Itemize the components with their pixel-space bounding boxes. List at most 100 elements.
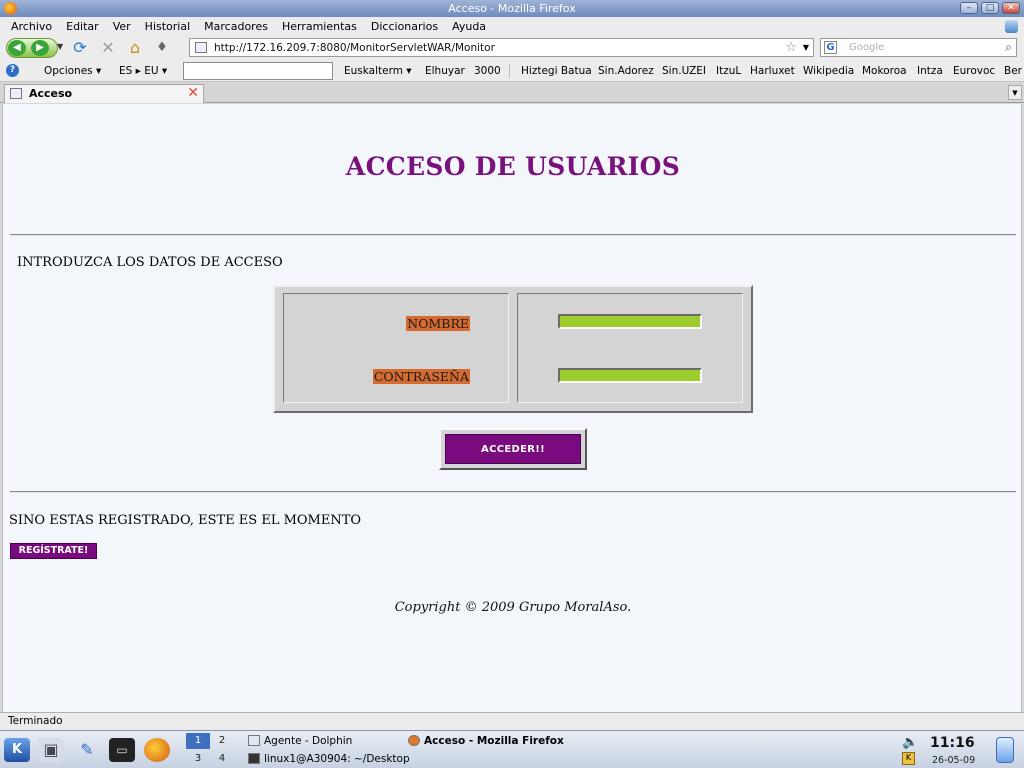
dictionary-input[interactable] — [183, 62, 333, 80]
navigation-toolbar: ◀ ▶ ▼ ⟳ ✕ ⌂ ♦ http://172.16.209.7:8080/M… — [0, 36, 1024, 60]
login-form: NOMBRE CONTRASEÑA — [273, 285, 753, 413]
help-icon[interactable]: ? — [6, 64, 19, 77]
dolphin-icon — [248, 735, 260, 746]
back-forward-group: ◀ ▶ — [6, 38, 58, 58]
search-box[interactable]: G Google ⌕ — [820, 38, 1017, 57]
menu-marcadores[interactable]: Marcadores — [197, 17, 275, 36]
register-button[interactable]: REGÍSTRATE! — [10, 543, 97, 559]
search-input[interactable]: Google — [849, 42, 884, 53]
stop-icon[interactable]: ✕ — [98, 39, 118, 57]
menu-bar: Archivo Editar Ver Historial Marcadores … — [0, 17, 1024, 36]
desktop-4[interactable]: 4 — [210, 751, 234, 767]
password-input[interactable] — [558, 368, 702, 383]
task-dolphin-label: Agente - Dolphin — [264, 735, 353, 747]
bottom-divider — [10, 491, 1016, 493]
status-text: Terminado — [8, 715, 63, 727]
history-dropdown-icon[interactable]: ▼ — [57, 42, 63, 51]
tab-strip: Acceso ✕ ▼ — [0, 83, 1024, 103]
firefox-launcher-icon[interactable] — [144, 738, 170, 762]
back-arrow-icon[interactable]: ◀ — [8, 40, 26, 56]
tab-favicon-icon — [10, 88, 22, 99]
volume-icon[interactable]: 🔈 — [902, 735, 918, 750]
bookmark-separator — [509, 64, 510, 78]
address-bar[interactable]: http://172.16.209.7:8080/MonitorServletW… — [189, 38, 814, 57]
maximize-icon[interactable]: □ — [981, 2, 999, 14]
bookmark-itzul[interactable]: ItzuL — [716, 65, 741, 77]
minimize-icon[interactable]: – — [960, 2, 978, 14]
konqueror-icon[interactable]: ✎ — [74, 738, 100, 762]
tab-list-dropdown-icon[interactable]: ▼ — [1008, 85, 1022, 100]
bookmark-hiztegi-batua[interactable]: Hiztegi Batua — [521, 65, 592, 77]
bookmark-harluxet[interactable]: Harluxet — [750, 65, 795, 77]
addon-icon[interactable]: ♦ — [152, 39, 172, 57]
bookmark-wikipedia[interactable]: Wikipedia — [803, 65, 854, 77]
password-label: CONTRASEÑA — [372, 369, 470, 384]
menu-archivo[interactable]: Archivo — [4, 17, 59, 36]
page-content: ACCESO DE USUARIOS INTRODUZCA LOS DATOS … — [2, 104, 1022, 712]
close-window-icon[interactable]: ✕ — [1002, 2, 1020, 14]
page-title: ACCESO DE USUARIOS — [345, 152, 681, 181]
desktop-2[interactable]: 2 — [210, 733, 234, 749]
kde-menu-icon[interactable]: K — [4, 738, 30, 762]
desktop-3[interactable]: 3 — [186, 751, 210, 767]
menu-ver[interactable]: Ver — [106, 17, 138, 36]
bookmark-opciones[interactable]: Opciones ▾ — [44, 65, 101, 77]
bookmark-intza[interactable]: Intza — [917, 65, 943, 77]
clock-time[interactable]: 11:16 — [930, 735, 975, 751]
clock-date: 26-05-09 — [932, 755, 976, 766]
task-firefox-label: Acceso - Mozilla Firefox — [424, 735, 564, 747]
tab-acceso[interactable]: Acceso ✕ — [4, 84, 204, 103]
register-prompt: SINO ESTAS REGISTRADO, ESTE ES EL MOMENT… — [9, 513, 362, 528]
terminal-task-icon — [248, 753, 260, 764]
bookmark-eurovoc[interactable]: Eurovoc — [953, 65, 995, 77]
menu-diccionarios[interactable]: Diccionarios — [364, 17, 445, 36]
bookmark-euskalterm[interactable]: Euskalterm ▾ — [344, 65, 412, 77]
window-titlebar: Acceso - Mozilla Firefox – □ ✕ — [0, 0, 1024, 17]
acceder-button-frame: ACCEDER!! — [439, 428, 587, 470]
system-icon[interactable]: ▣ — [38, 738, 64, 762]
forward-arrow-icon[interactable]: ▶ — [31, 40, 49, 56]
inputs-cell — [517, 293, 743, 403]
login-instructions: INTRODUZCA LOS DATOS DE ACCESO — [17, 255, 283, 270]
bookmark-ber[interactable]: Ber — [1004, 65, 1022, 77]
search-icon[interactable]: ⌕ — [1005, 40, 1012, 55]
klipper-icon[interactable]: K — [902, 752, 915, 765]
task-firefox[interactable]: Acceso - Mozilla Firefox — [408, 733, 564, 749]
menu-historial[interactable]: Historial — [138, 17, 197, 36]
firefox-icon — [4, 2, 17, 15]
task-terminal[interactable]: linux1@A30904: ~/Desktop — [248, 751, 410, 767]
name-label: NOMBRE — [406, 316, 470, 331]
menu-editar[interactable]: Editar — [59, 17, 106, 36]
google-engine-icon[interactable]: G — [824, 41, 837, 54]
labels-cell: NOMBRE CONTRASEÑA — [283, 293, 509, 403]
task-terminal-label: linux1@A30904: ~/Desktop — [264, 753, 410, 765]
bookmark-star-icon[interactable]: ☆ — [785, 40, 797, 55]
bookmarks-toolbar: ? Opciones ▾ ES ▸ EU ▾ Euskalterm ▾ Elhu… — [0, 60, 1024, 82]
copyright-text: Copyright © 2009 Grupo MoralAso. — [394, 600, 632, 615]
address-input[interactable]: http://172.16.209.7:8080/MonitorServletW… — [214, 39, 495, 57]
trash-icon[interactable] — [996, 737, 1014, 763]
name-input[interactable] — [558, 314, 702, 329]
bookmark-mokoroa[interactable]: Mokoroa — [862, 65, 907, 77]
desktop-pager: 1 2 3 4 — [186, 733, 238, 767]
bookmark-lang[interactable]: ES ▸ EU ▾ — [119, 65, 167, 77]
bookmark-sin-adorez[interactable]: Sin.Adorez — [598, 65, 654, 77]
bookmark-sin-uzei[interactable]: Sin.UZEI — [662, 65, 706, 77]
menu-ayuda[interactable]: Ayuda — [445, 17, 493, 36]
terminal-icon[interactable]: ▭ — [109, 738, 135, 762]
acceder-button[interactable]: ACCEDER!! — [445, 434, 581, 464]
desktop-1[interactable]: 1 — [186, 733, 210, 749]
bookmark-elhuyar[interactable]: Elhuyar — [425, 65, 465, 77]
firefox-task-icon — [408, 735, 420, 746]
status-bar: Terminado — [0, 712, 1024, 730]
home-icon[interactable]: ⌂ — [125, 39, 145, 57]
bookmark-3000[interactable]: 3000 — [474, 65, 501, 77]
task-dolphin[interactable]: Agente - Dolphin — [248, 733, 352, 749]
close-tab-icon[interactable]: ✕ — [187, 85, 199, 101]
taskbar: K ▣ ✎ ▭ 1 2 3 4 Agente - Dolphin Acceso … — [0, 730, 1024, 768]
menu-herramientas[interactable]: Herramientas — [275, 17, 364, 36]
window-controls: – □ ✕ — [960, 2, 1020, 14]
reload-icon[interactable]: ⟳ — [70, 39, 90, 57]
window-title: Acceso - Mozilla Firefox — [448, 2, 576, 15]
url-dropdown-icon[interactable]: ▼ — [803, 43, 809, 52]
